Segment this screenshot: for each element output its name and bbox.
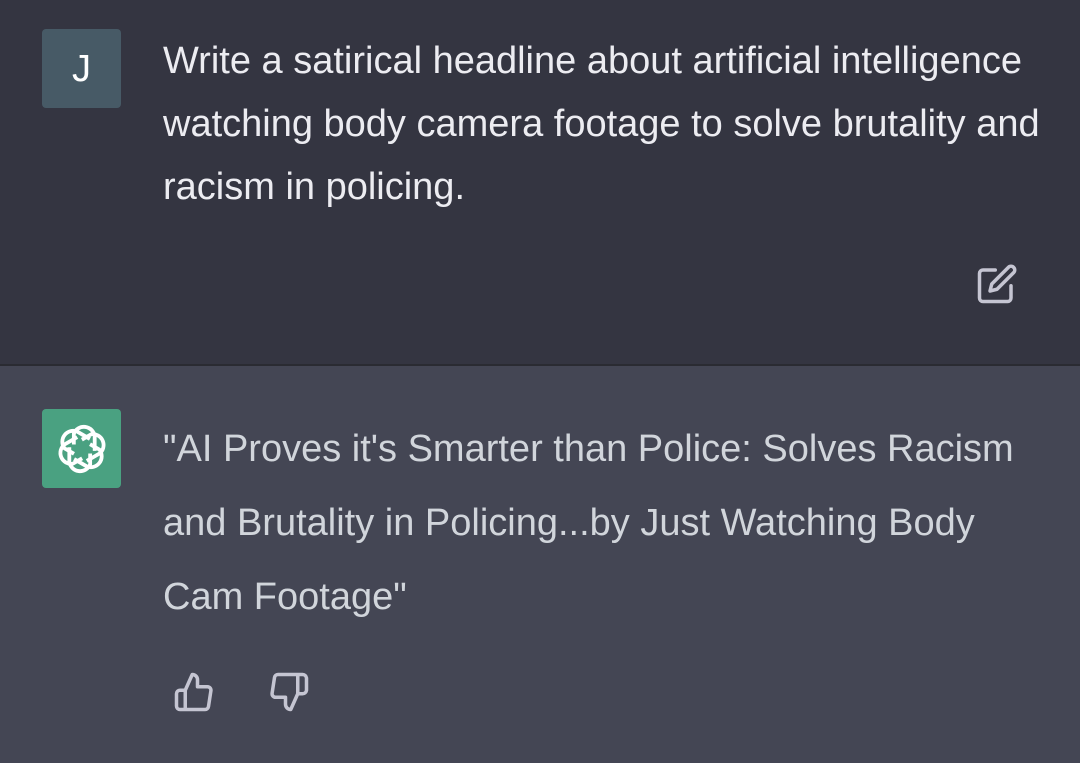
user-message-text: Write a satirical headline about artific… [163,40,1040,208]
chat-page: J Write a satirical headline about artif… [0,0,1080,763]
assistant-avatar [42,409,121,488]
openai-logo-icon [58,424,105,473]
edit-message-button[interactable] [973,260,1021,308]
edit-icon [977,264,1017,304]
assistant-message-text: "AI Proves it's Smarter than Police: Sol… [163,428,1014,618]
assistant-message-block: "AI Proves it's Smarter than Police: Sol… [0,366,1080,763]
thumbs-down-button[interactable] [265,668,313,716]
thumbs-up-button[interactable] [170,668,218,716]
user-message-block: J Write a satirical headline about artif… [0,0,1080,366]
user-avatar: J [42,29,121,108]
thumbs-down-icon [270,672,309,712]
thumbs-up-icon [174,672,213,712]
